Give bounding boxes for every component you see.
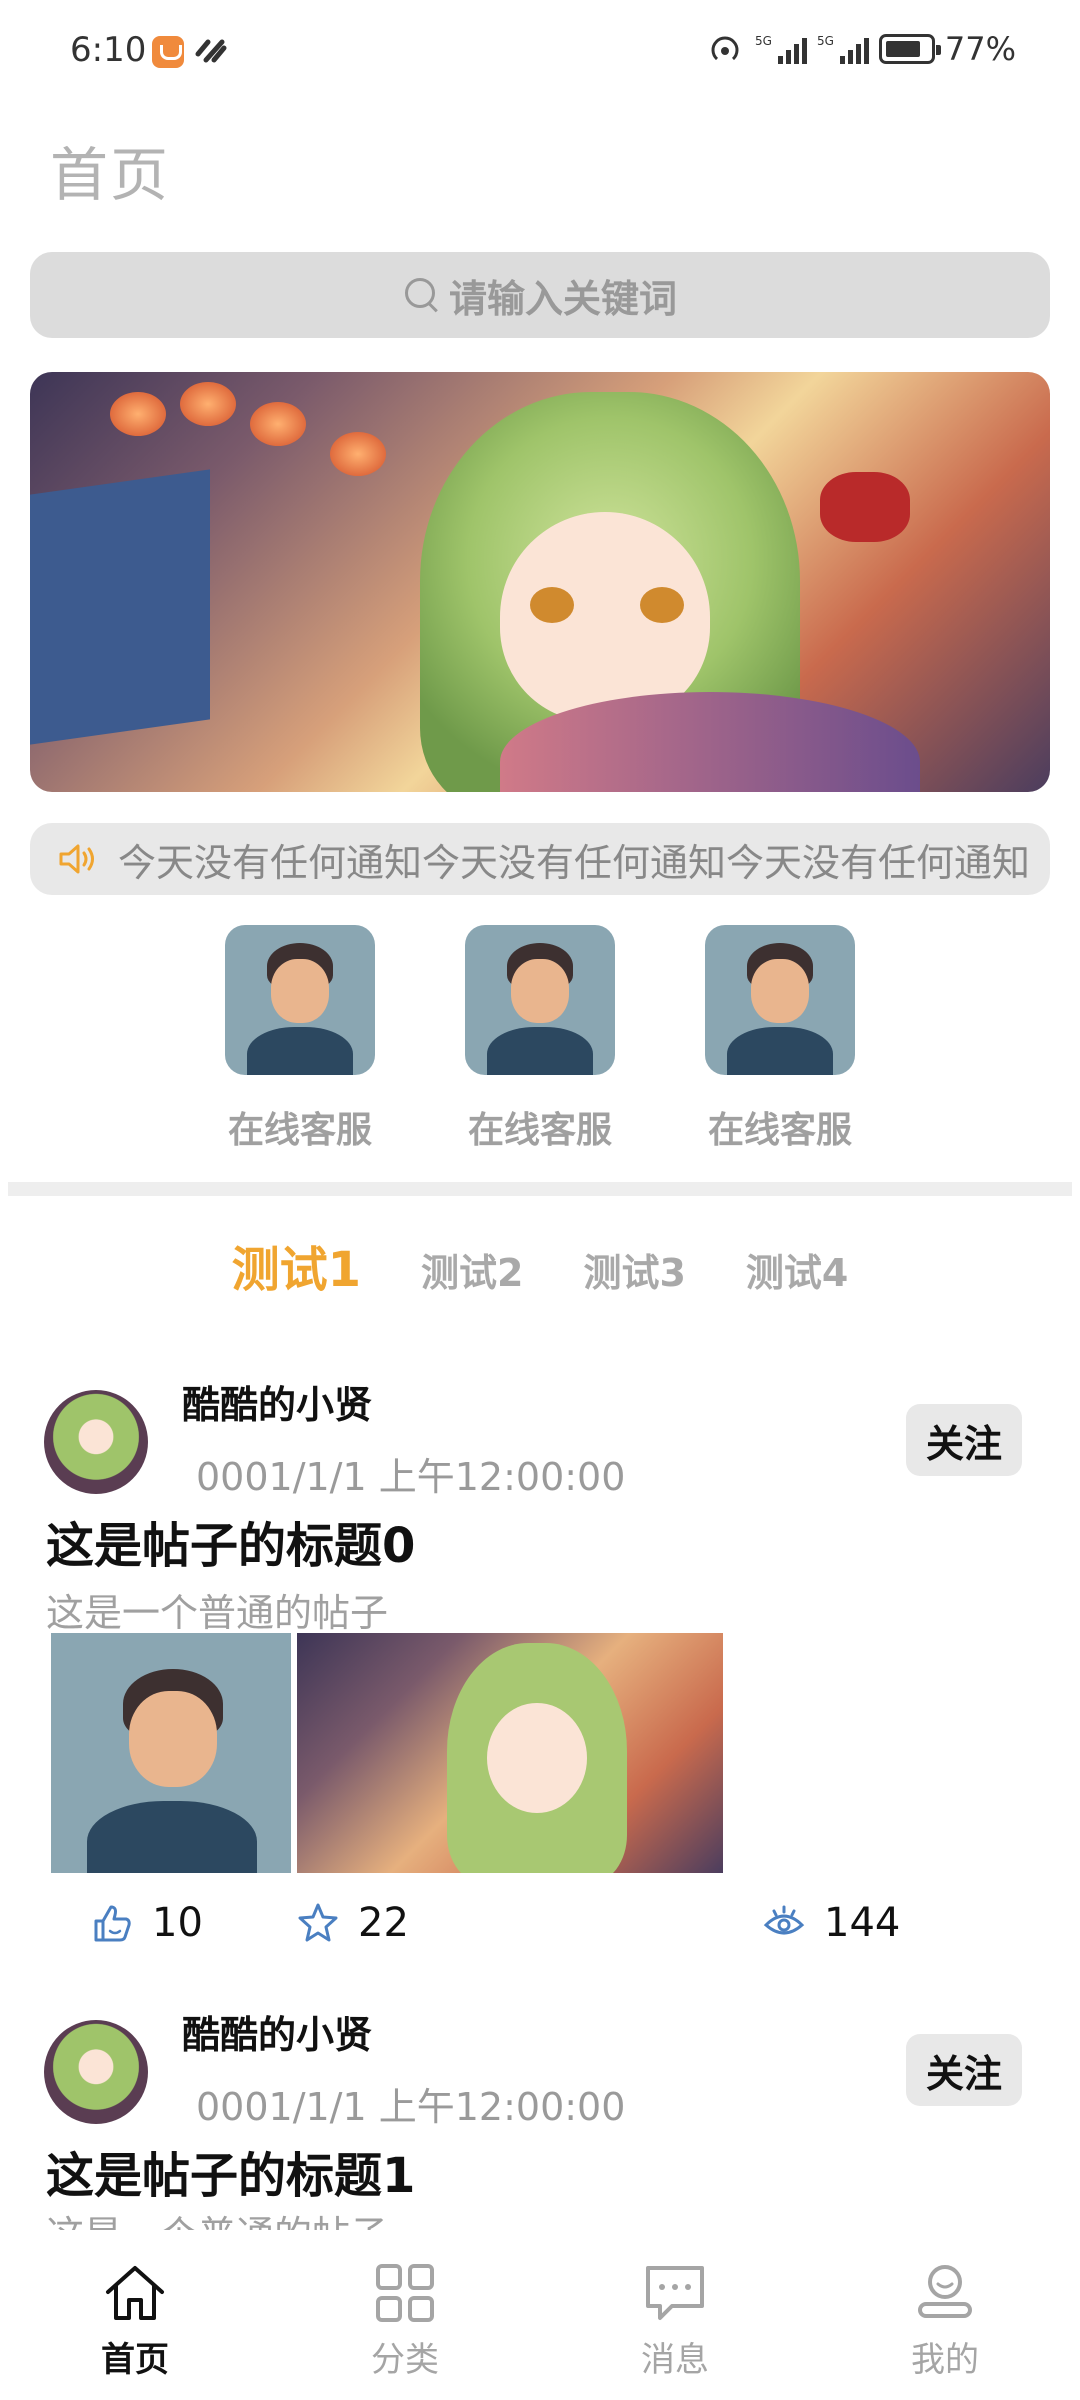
battery-icon (878, 34, 941, 64)
user-icon (918, 2265, 972, 2318)
service-avatar (705, 925, 855, 1075)
post-time: 0001/1/1 上午12:00:00 (196, 2085, 626, 2129)
post-card[interactable]: 酷酷的小贤 0001/1/1 上午12:00:00 关注 这是帖子的标题1 这是… (0, 1990, 1080, 2230)
page-title: 首页 (50, 141, 171, 209)
notice-bar[interactable]: 今天没有任何通知今天没有任何通知今天没有任何通知 (30, 823, 1050, 895)
bottom-nav: 首页 分类 消息 我的 (0, 2230, 1080, 2400)
signal-1-icon: 5G (755, 34, 807, 64)
notice-text: 今天没有任何通知今天没有任何通知今天没有任何通知 (118, 840, 1031, 885)
service-avatar (225, 925, 375, 1075)
post-title: 这是帖子的标题1 (46, 2148, 416, 2204)
service-item[interactable]: 在线客服 (705, 925, 855, 1153)
post-image[interactable] (297, 1633, 723, 1873)
nav-label: 分类 (371, 2340, 439, 2380)
tab-test1[interactable]: 测试1 (232, 1230, 361, 1300)
banner-image[interactable] (30, 372, 1050, 792)
thumbs-up-icon (94, 1905, 131, 1942)
status-time: 6:10 (70, 30, 147, 70)
hotspot-icon (711, 36, 739, 61)
grid-icon (376, 2264, 434, 2322)
section-divider (8, 1182, 1072, 1196)
post-card[interactable]: 酷酷的小贤 0001/1/1 上午12:00:00 关注 这是帖子的标题0 这是… (0, 1360, 1080, 1980)
author-avatar[interactable] (44, 1390, 148, 1494)
view-count: 144 (824, 1900, 901, 1946)
view-count-stat: 144 (762, 1900, 900, 1946)
nav-home[interactable]: 首页 (0, 2230, 270, 2400)
status-indicators: 5G 5G 77% (709, 30, 1016, 68)
message-icon (646, 2266, 704, 2320)
service-label: 在线客服 (707, 1110, 852, 1151)
eye-icon (763, 1905, 805, 1935)
nav-profile[interactable]: 我的 (810, 2230, 1080, 2400)
nav-label: 我的 (911, 2340, 979, 2380)
like-count: 10 (152, 1900, 203, 1946)
favorite-count: 22 (358, 1900, 409, 1946)
post-author: 酷酷的小贤 (182, 1383, 373, 1427)
post-description: 这是一个普通的帖子 (46, 2204, 388, 2230)
speaker-icon (59, 844, 94, 874)
service-label: 在线客服 (467, 1110, 612, 1151)
favorite-button[interactable]: 22 (296, 1900, 409, 1946)
like-button[interactable]: 10 (90, 1900, 203, 1946)
follow-button[interactable]: 关注 (906, 1404, 1022, 1476)
home-icon (106, 2266, 164, 2320)
star-icon (298, 1903, 338, 1942)
tab-test3[interactable]: 测试3 (583, 1242, 685, 1297)
post-author: 酷酷的小贤 (182, 2013, 373, 2057)
service-label: 在线客服 (227, 1110, 372, 1151)
tab-test2[interactable]: 测试2 (421, 1242, 523, 1297)
post-title: 这是帖子的标题0 (46, 1518, 416, 1574)
link-icon (195, 39, 227, 63)
nav-messages[interactable]: 消息 (540, 2230, 810, 2400)
battery-percent: 77% (944, 30, 1016, 68)
category-tabs: 测试1 测试2 测试3 测试4 (0, 1230, 1080, 1300)
app-notification-icon (152, 36, 184, 68)
follow-button[interactable]: 关注 (906, 2034, 1022, 2106)
search-icon (403, 276, 441, 314)
author-avatar[interactable] (44, 2020, 148, 2124)
tab-test4[interactable]: 测试4 (746, 1242, 848, 1297)
nav-category[interactable]: 分类 (270, 2230, 540, 2400)
search-placeholder: 请输入关键词 (448, 276, 677, 321)
service-row: 在线客服 在线客服 在线客服 (0, 925, 1080, 1153)
post-image[interactable] (51, 1633, 291, 1873)
search-input[interactable]: 请输入关键词 (30, 252, 1050, 338)
post-images (51, 1633, 723, 1873)
status-bar: 6:10 5G 5G 77% (0, 0, 1080, 100)
service-avatar (465, 925, 615, 1075)
nav-label: 首页 (101, 2340, 169, 2380)
post-description: 这是一个普通的帖子 (46, 1591, 389, 1635)
post-time: 0001/1/1 上午12:00:00 (196, 1455, 626, 1499)
service-item[interactable]: 在线客服 (465, 925, 615, 1153)
nav-label: 消息 (641, 2340, 709, 2380)
post-stats: 10 22 144 (0, 1900, 1080, 1960)
signal-2-icon: 5G (817, 34, 869, 64)
service-item[interactable]: 在线客服 (225, 925, 375, 1153)
